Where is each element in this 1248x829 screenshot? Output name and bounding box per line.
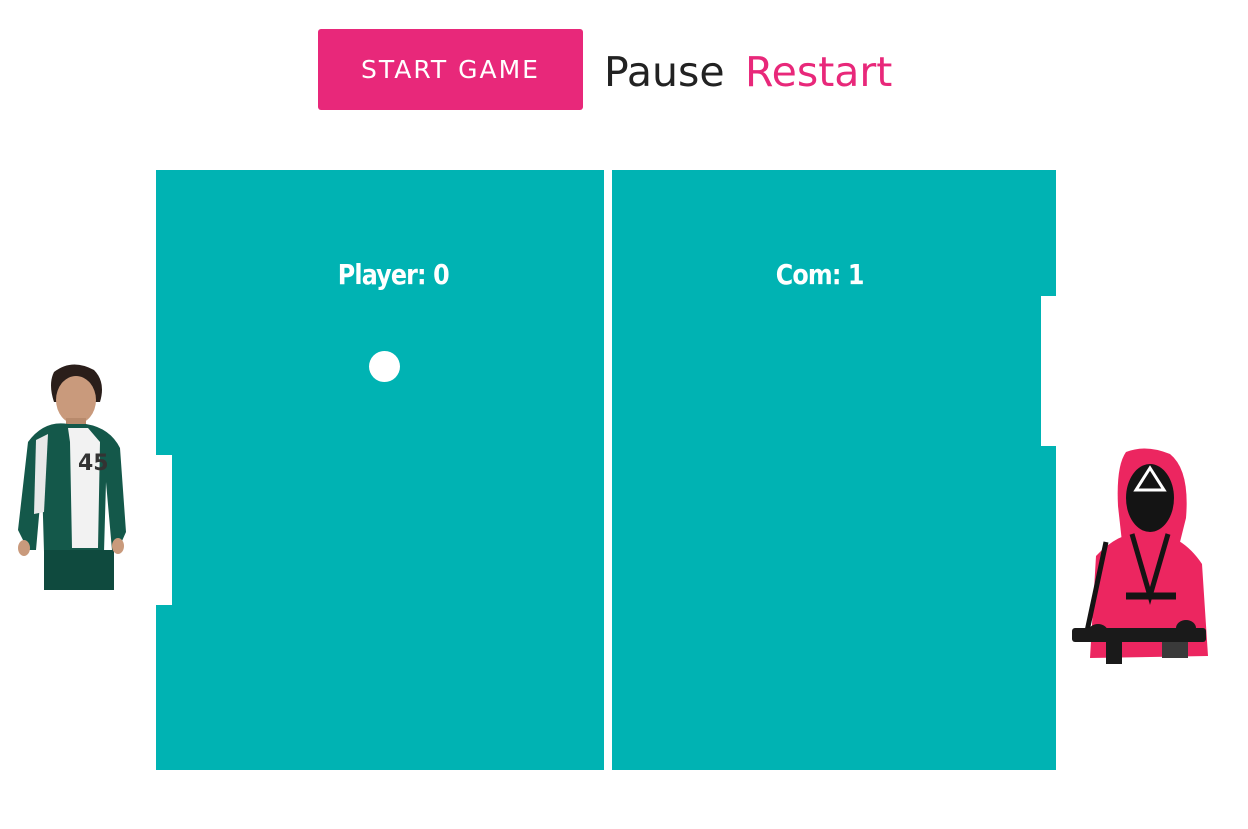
pause-link[interactable]: Pause [604, 46, 725, 98]
ball [369, 351, 400, 382]
player-score: Player: 0 [337, 258, 450, 291]
com-score: Com: 1 [775, 258, 865, 291]
player-character-icon: 45 [14, 362, 132, 590]
com-character-icon [1066, 446, 1211, 672]
center-net [604, 170, 612, 770]
player-paddle[interactable] [156, 455, 172, 605]
game-stage: START GAME Pause Restart 45 Player: 0 Co… [0, 0, 1248, 829]
svg-text:45: 45 [78, 451, 109, 476]
game-field: Player: 0 Com: 1 [156, 170, 1057, 770]
com-paddle [1041, 296, 1057, 446]
start-game-button[interactable]: START GAME [318, 29, 583, 110]
restart-link[interactable]: Restart [745, 46, 892, 98]
